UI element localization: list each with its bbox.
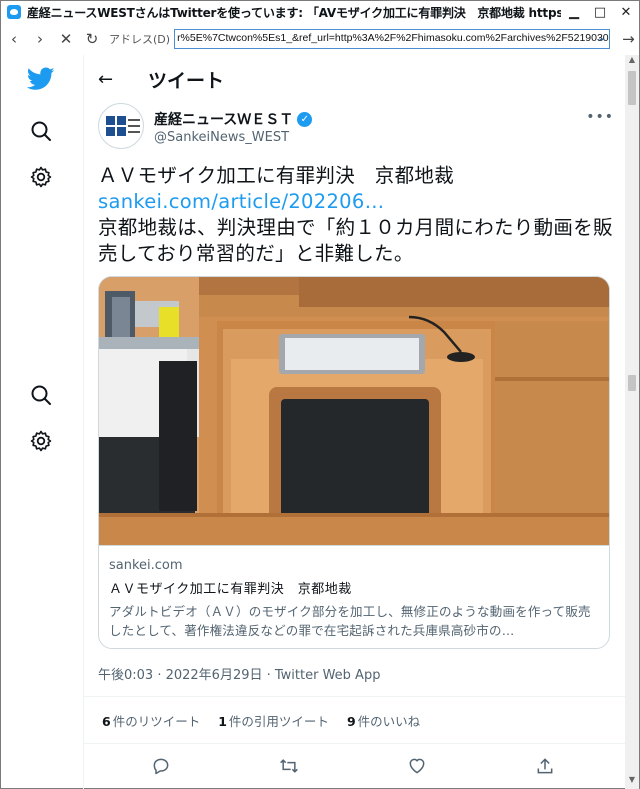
stat-label: 件の引用ツイート (228, 713, 329, 729)
gear-icon[interactable] (27, 427, 55, 455)
tweet-headline: ＡＶモザイク加工に有罪判決 京都地裁 (98, 164, 455, 187)
page-title: ツイート (148, 69, 225, 92)
tweet-header: ← ツイート (84, 55, 625, 103)
stat-count: 1 (218, 713, 227, 729)
left-sidebar (1, 55, 81, 789)
vertical-scrollbar[interactable]: ▲ ▼ (625, 55, 639, 789)
reply-icon[interactable] (150, 755, 172, 777)
stat-count: 9 (346, 713, 356, 729)
author-handle[interactable]: @SankeiNews_WEST (154, 130, 289, 145)
go-button[interactable]: → (622, 30, 635, 48)
stat-count: 6 (102, 713, 111, 729)
stop-button[interactable]: ✕ (53, 30, 79, 48)
address-dropdown-icon[interactable]: ⌄ (597, 31, 606, 44)
title-bar: 産経ニュースWESTさんはTwitterを使っています: 「AVモザイク加工に有… (1, 1, 639, 23)
author-name[interactable]: 産経ニュースＷＥＳＴ (154, 109, 293, 129)
tweet-column: ← ツイート 産経ニュースＷＥＳＴ ✓ @SankeiNews_WEST •••… (83, 55, 625, 789)
inner-scroll-thumb[interactable] (628, 375, 636, 391)
heart-icon[interactable] (406, 755, 428, 777)
avatar[interactable] (98, 103, 144, 149)
address-bar[interactable]: r%5E%7Ctwcon%5Es1_&ref_url=http%3A%2F%2F… (174, 29, 611, 49)
stat-label: 件のいいね (357, 713, 421, 729)
gear-icon[interactable] (27, 163, 55, 191)
page-content: ← ツイート 産経ニュースＷＥＳＴ ✓ @SankeiNews_WEST •••… (1, 55, 625, 789)
more-options-icon[interactable]: ••• (586, 109, 614, 125)
scroll-up-icon[interactable]: ▲ (625, 55, 639, 69)
retweet-icon[interactable] (278, 755, 300, 777)
address-label: アドレス(D) (109, 33, 171, 46)
tweet-actions (84, 744, 625, 789)
navigation-bar: ‹ › ✕ ↻ アドレス(D) r%5E%7Ctwcon%5Es1_&ref_u… (1, 25, 639, 53)
tweet-timestamp[interactable]: 午後0:03 · 2022年6月29日 · Twitter Web App (98, 664, 380, 683)
window-title: 産経ニュースWESTさんはTwitterを使っています: 「AVモザイク加工に有… (27, 5, 561, 20)
card-info: sankei.com ＡＶモザイク加工に有罪判決 京都地裁 アダルトビデオ（ＡＶ… (99, 545, 609, 648)
scroll-down-icon[interactable]: ▼ (625, 775, 639, 789)
verified-badge-icon: ✓ (297, 111, 313, 127)
card-title: ＡＶモザイク加工に有罪判決 京都地裁 (109, 582, 352, 597)
like-count[interactable]: 9 件のいいね (347, 711, 420, 730)
quote-tweet-count[interactable]: 1 件の引用ツイート (218, 711, 329, 730)
refresh-button[interactable]: ↻ (79, 30, 105, 48)
logo-mark (106, 116, 126, 136)
logo-lines (128, 119, 140, 133)
app-icon (7, 5, 21, 19)
tweet-text: ＡＶモザイク加工に有罪判決 京都地裁 sankei.com/article/20… (98, 163, 614, 267)
minimize-button[interactable]: ▁ (561, 5, 587, 20)
back-button[interactable]: ‹ (1, 30, 27, 48)
search-icon[interactable] (27, 117, 55, 145)
link-card[interactable]: sankei.com ＡＶモザイク加工に有罪判決 京都地裁 アダルトビデオ（ＡＶ… (98, 276, 610, 649)
back-arrow-icon[interactable]: ← (98, 69, 118, 90)
card-description: アダルトビデオ（ＡＶ）のモザイク部分を加工し、無修正のような動画を作って販売した… (109, 604, 591, 638)
maximize-button[interactable]: □ (587, 5, 613, 20)
share-icon[interactable] (534, 755, 556, 777)
card-image (99, 277, 609, 545)
retweet-count[interactable]: 6 件のリツイート (102, 711, 200, 730)
forward-button[interactable]: › (27, 30, 53, 48)
close-button[interactable]: ✕ (613, 5, 639, 20)
tweet-link[interactable]: sankei.com/article/202206… (98, 189, 614, 215)
author-name-row[interactable]: 産経ニュースＷＥＳＴ ✓ (154, 109, 313, 129)
address-value: r%5E%7Ctwcon%5Es1_&ref_url=http%3A%2F%2F… (177, 32, 611, 44)
search-icon[interactable] (27, 381, 55, 409)
scroll-thumb[interactable] (628, 71, 636, 105)
browser-window: 産経ニュースWESTさんはTwitterを使っています: 「AVモザイク加工に有… (0, 0, 640, 789)
twitter-bird-icon[interactable] (27, 65, 55, 93)
stat-label: 件のリツイート (112, 713, 201, 729)
tweet-author: 産経ニュースＷＥＳＴ ✓ @SankeiNews_WEST ••• (98, 103, 614, 153)
tweet-stats: 6 件のリツイート 1 件の引用ツイート 9 件のいいね (84, 696, 625, 744)
tweet-body: 京都地裁は、判決理由で「約１０カ月間にわたり動画を販売しており常習的だ」と非難し… (98, 216, 613, 265)
card-domain: sankei.com (109, 558, 183, 573)
